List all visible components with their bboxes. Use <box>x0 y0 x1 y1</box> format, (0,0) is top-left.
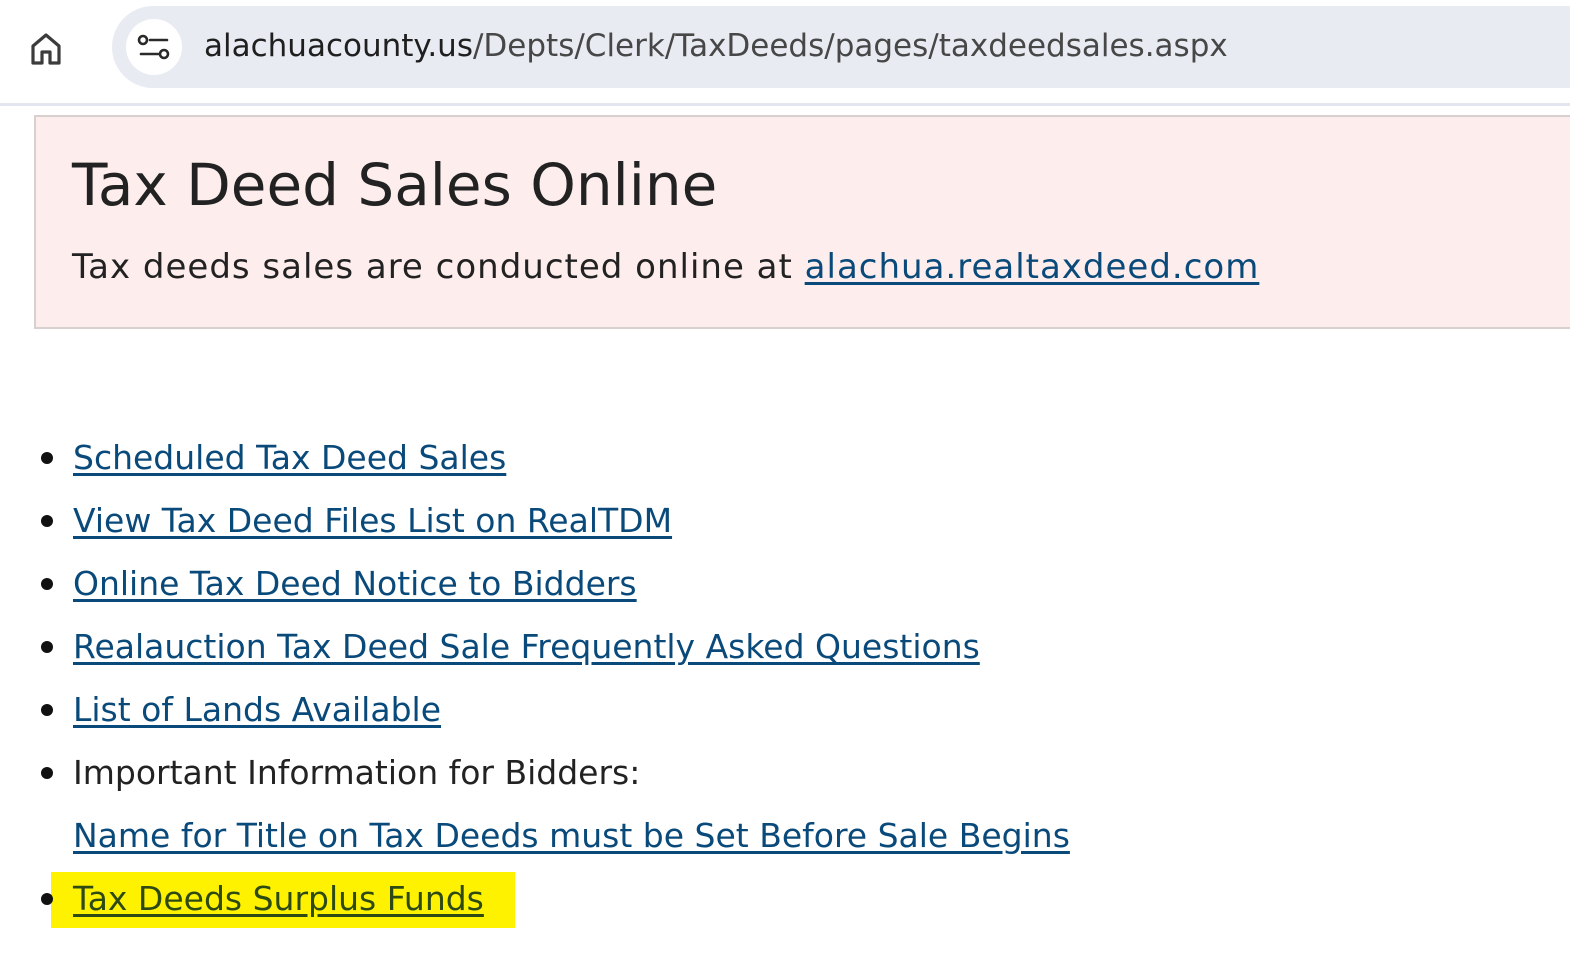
url-host: alachuacounty.us <box>204 28 473 64</box>
bullet <box>41 641 53 653</box>
bullet <box>41 515 53 527</box>
surplus-funds-link[interactable]: Tax Deeds Surplus Funds <box>73 879 484 918</box>
list-item: Realauction Tax Deed Sale Frequently Ask… <box>0 615 1570 678</box>
bullet <box>41 578 53 590</box>
site-info-button[interactable] <box>126 19 182 75</box>
list-item: Name for Title on Tax Deeds must be Set … <box>0 804 1570 867</box>
list-item: List of Lands Available <box>0 678 1570 741</box>
banner-subtitle: Tax deeds sales are conducted online at … <box>72 243 1259 291</box>
page-title: Tax Deed Sales Online <box>72 151 718 219</box>
realtdm-files-link[interactable]: View Tax Deed Files List on RealTDM <box>73 501 672 540</box>
browser-toolbar: alachuacounty.us/Depts/Clerk/TaxDeeds/pa… <box>0 0 1570 106</box>
tune-icon <box>137 34 170 60</box>
bullet <box>41 704 53 716</box>
bullet <box>41 767 53 779</box>
list-item: View Tax Deed Files List on RealTDM <box>0 489 1570 552</box>
notice-to-bidders-link[interactable]: Online Tax Deed Notice to Bidders <box>73 564 637 603</box>
home-icon <box>31 33 61 65</box>
lands-available-link[interactable]: List of Lands Available <box>73 690 441 729</box>
bullet <box>41 452 53 464</box>
banner-subtitle-text: Tax deeds sales are conducted online at <box>72 247 805 287</box>
address-bar[interactable]: alachuacounty.us/Depts/Clerk/TaxDeeds/pa… <box>112 6 1570 88</box>
important-info-label: Important Information for Bidders: <box>73 753 641 792</box>
notice-banner: Tax Deed Sales Online Tax deeds sales ar… <box>34 115 1570 329</box>
home-button[interactable] <box>22 24 70 72</box>
url-text[interactable]: alachuacounty.us/Depts/Clerk/TaxDeeds/pa… <box>204 26 1228 66</box>
list-item: Tax Deeds Surplus Funds <box>0 867 1570 930</box>
name-for-title-link[interactable]: Name for Title on Tax Deeds must be Set … <box>73 816 1070 855</box>
tax-deed-links-list: Scheduled Tax Deed Sales View Tax Deed F… <box>0 426 1570 930</box>
realtaxdeed-link[interactable]: alachua.realtaxdeed.com <box>805 247 1260 287</box>
faq-link[interactable]: Realauction Tax Deed Sale Frequently Ask… <box>73 627 980 666</box>
bullet <box>41 893 53 905</box>
url-path: /Depts/Clerk/TaxDeeds/pages/taxdeedsales… <box>472 28 1228 64</box>
list-item: Online Tax Deed Notice to Bidders <box>0 552 1570 615</box>
scheduled-sales-link[interactable]: Scheduled Tax Deed Sales <box>73 438 506 477</box>
list-item: Scheduled Tax Deed Sales <box>0 426 1570 489</box>
list-item: Important Information for Bidders: <box>0 741 1570 804</box>
